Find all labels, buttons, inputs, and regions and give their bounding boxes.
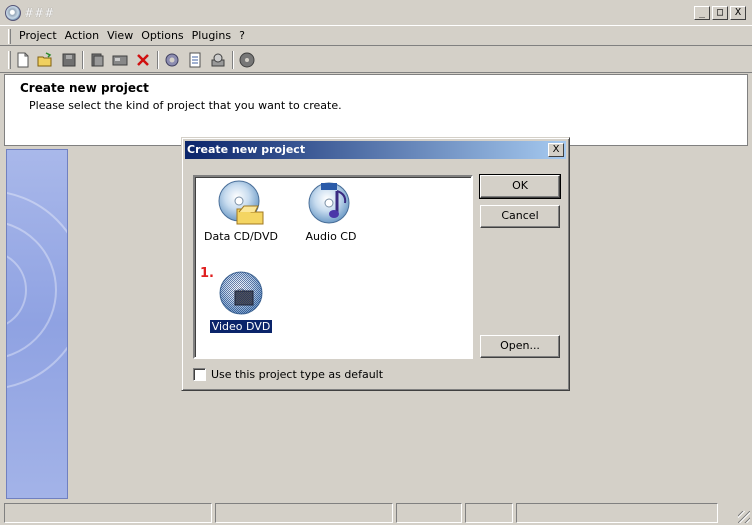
list-item-data-cd[interactable]: Data CD/DVD [201,179,281,243]
dialog-title: Create new project [187,143,306,156]
menu-options[interactable]: Options [137,29,187,43]
dialog-titlebar[interactable]: Create new project X [185,141,566,159]
menu-project[interactable]: Project [15,29,61,43]
list-item-label: Audio CD [305,230,357,243]
open-button[interactable]: Open... [480,335,560,358]
maximize-button[interactable]: □ [712,6,728,20]
delete-icon[interactable] [133,50,153,70]
app-icon [5,5,21,21]
menubar-grip[interactable] [8,29,11,44]
toolbar-separator [157,51,159,69]
toolbar-separator [82,51,84,69]
toolbar [0,47,752,73]
menu-plugins[interactable]: Plugins [188,29,235,43]
burn-icon[interactable] [110,50,130,70]
copy-icon[interactable] [87,50,107,70]
resize-grip[interactable] [738,511,750,523]
menu-help[interactable]: ? [235,29,249,43]
status-cell [465,503,513,523]
project-type-list[interactable]: Data CD/DVD Audio CD Video DVD 1. [193,175,473,359]
data-cd-icon [217,179,265,227]
menu-view[interactable]: View [103,29,137,43]
dialog-close-button[interactable]: X [548,143,564,157]
save-icon[interactable] [59,50,79,70]
status-cell [396,503,462,523]
list-item-audio-cd[interactable]: Audio CD [291,179,371,243]
disc-icon[interactable] [237,50,257,70]
list-item-label: Video DVD [208,319,274,334]
window-title: ### [24,6,55,20]
status-cell [516,503,718,523]
side-banner-image [6,149,68,499]
audio-cd-icon [307,179,355,227]
toolbar-grip[interactable] [8,51,11,69]
minimize-button[interactable]: _ [694,6,710,20]
menu-action[interactable]: Action [61,29,103,43]
main-titlebar[interactable]: ### _ □ X [0,0,752,26]
create-project-dialog: Create new project X Data CD/DVD Audio C… [181,137,570,391]
page-subtitle: Please select the kind of project that y… [29,99,342,112]
menubar: Project Action View Options Plugins ? [0,26,752,46]
status-cell [4,503,212,523]
ok-button[interactable]: OK [479,174,561,199]
list-item-label: Data CD/DVD [204,230,278,243]
new-icon[interactable] [13,50,33,70]
default-type-option[interactable]: Use this project type as default [193,368,383,381]
default-type-checkbox[interactable] [193,368,206,381]
wizard-header: Create new project Please select the kin… [4,74,748,146]
open-icon[interactable] [35,50,55,70]
close-button[interactable]: X [730,6,746,20]
settings-icon[interactable] [162,50,182,70]
video-dvd-icon [217,269,265,317]
step-marker: 1. [200,266,214,281]
device-icon[interactable] [208,50,228,70]
toolbar-separator [232,51,234,69]
properties-icon[interactable] [185,50,205,70]
cancel-button[interactable]: Cancel [480,205,560,228]
default-type-label: Use this project type as default [211,368,384,381]
statusbar [0,500,752,525]
status-cell [215,503,393,523]
page-title: Create new project [20,81,149,95]
